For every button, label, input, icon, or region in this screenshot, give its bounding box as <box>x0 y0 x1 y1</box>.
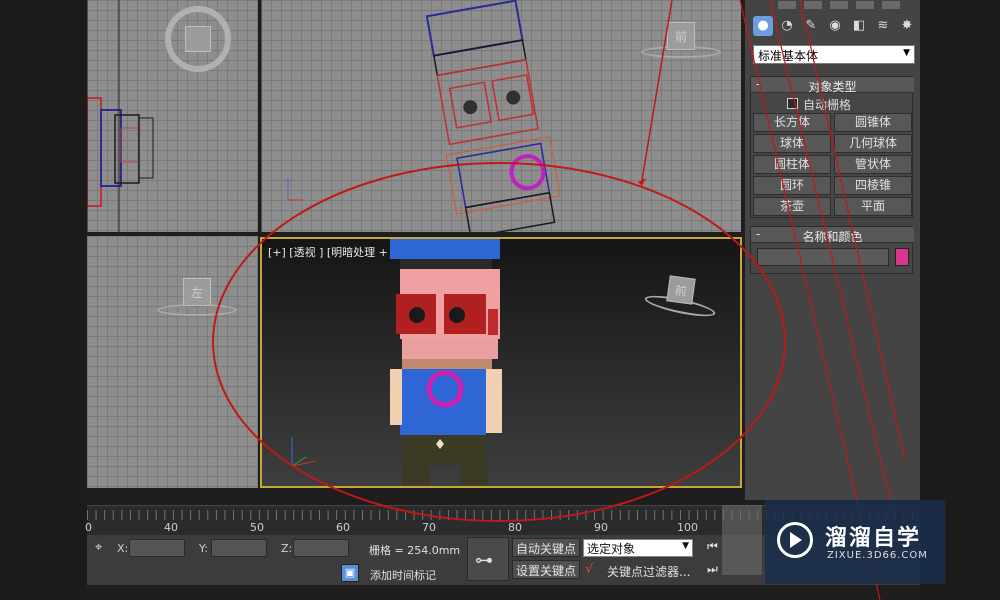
torus-button[interactable]: 圆环 <box>753 176 831 195</box>
y-label: Y: <box>199 542 208 555</box>
autogrid-label: 自动栅格 <box>803 98 852 112</box>
chevron-down-icon: ▼ <box>682 541 689 551</box>
sphere-button[interactable]: 球体 <box>753 134 831 153</box>
name-color-rollout-header[interactable]: - 名称和颜色 <box>751 227 914 244</box>
go-to-start-icon[interactable]: ⏮ <box>707 539 718 554</box>
view-cube-left-face: 左 <box>183 278 211 306</box>
cylinder-button[interactable]: 圆柱体 <box>753 155 831 174</box>
timeline-tick: 60 <box>336 521 350 534</box>
viewport-top-left[interactable] <box>87 0 258 232</box>
grid-size-text: 栅格 = 254.0mm <box>369 544 461 557</box>
timeline-tick: 80 <box>508 521 522 534</box>
object-name-field[interactable] <box>757 248 889 266</box>
timeline-tick: 0 <box>85 521 92 534</box>
play-icon <box>790 532 802 548</box>
watermark-title: 溜溜自学 <box>825 526 922 551</box>
chevron-down-icon: ▼ <box>903 48 910 58</box>
shapes-icon[interactable]: ◔ <box>777 16 797 36</box>
create-category-icons: ● ◔ ✎ ◉ ◧ ≋ ✸ <box>753 16 913 38</box>
teapot-button[interactable]: 茶壶 <box>753 197 831 216</box>
helpers-icon[interactable]: ◧ <box>849 16 869 36</box>
cone-button[interactable]: 圆锥体 <box>834 113 912 132</box>
pyramid-button[interactable]: 四棱锥 <box>834 176 912 195</box>
object-type-title: 对象类型 <box>808 80 857 94</box>
key-mode-icon[interactable]: ⏭ <box>707 562 718 577</box>
object-type-rollout-header[interactable]: - 对象类型 <box>751 77 914 94</box>
time-tag-icon[interactable]: ▣ <box>341 564 359 582</box>
name-color-rollout: - 名称和颜色 <box>750 226 914 274</box>
key-selection-dropdown[interactable]: 选定对象 ▼ <box>583 539 693 557</box>
timeline-tick: 90 <box>594 521 608 534</box>
primitive-type-dropdown[interactable]: 标准基本体 ▼ <box>753 45 915 64</box>
key-selection-value: 选定对象 <box>587 542 636 556</box>
set-key-button[interactable]: 设置关键点 <box>512 560 581 579</box>
character-model-perspective <box>291 239 502 485</box>
plane-button[interactable]: 平面 <box>834 197 912 216</box>
timeline-tick: 50 <box>250 521 264 534</box>
timeline-tick: 100 <box>677 521 698 534</box>
command-panel: ● ◔ ✎ ◉ ◧ ≋ ✸ 标准基本体 ▼ - 对象类型 自动栅格 长方体 圆锥… <box>745 0 920 500</box>
tube-button[interactable]: 管状体 <box>834 155 912 174</box>
blurred-area <box>722 505 762 575</box>
z-label: Z: <box>281 542 293 555</box>
left-edge-bar <box>0 0 87 600</box>
left-object-wireframe <box>87 0 154 232</box>
primitive-type-value: 标准基本体 <box>758 49 819 63</box>
name-color-title: 名称和颜色 <box>802 230 863 244</box>
watermark-logo: 溜溜自学 ZIXUE.3D66.COM <box>765 500 945 584</box>
lights-icon[interactable]: ✎ <box>801 16 821 36</box>
auto-key-button[interactable]: 自动关键点 <box>512 538 581 557</box>
x-coordinate-field[interactable] <box>129 539 185 557</box>
z-coordinate-field[interactable] <box>293 539 349 557</box>
cameras-icon[interactable]: ◉ <box>825 16 845 36</box>
systems-icon[interactable]: ✸ <box>897 16 917 36</box>
object-type-rollout: - 对象类型 自动栅格 长方体 圆锥体 球体 几何球体 圆柱体 管状体 圆环 四… <box>750 76 914 218</box>
set-key-mode-button[interactable]: ⊶ <box>467 537 509 581</box>
y-coordinate-field[interactable] <box>211 539 267 557</box>
key-filters-button[interactable]: 关键点过滤器... <box>607 563 690 580</box>
transform-mode-icon[interactable]: ⌖ <box>95 540 102 555</box>
key-icon: ⊶ <box>475 550 493 571</box>
autogrid-checkbox[interactable] <box>787 98 798 109</box>
box-button[interactable]: 长方体 <box>753 113 831 132</box>
geometry-icon[interactable]: ● <box>753 16 773 36</box>
object-color-swatch[interactable] <box>895 248 909 266</box>
watermark-url: ZIXUE.3D66.COM <box>827 550 928 561</box>
space-warps-icon[interactable]: ≋ <box>873 16 893 36</box>
command-panel-tabs[interactable] <box>750 0 915 10</box>
character-wireframe-front <box>261 0 561 232</box>
x-label: X: <box>117 542 129 555</box>
timeline-tick: 70 <box>422 521 436 534</box>
timeline-tick: 40 <box>164 521 178 534</box>
viewport-perspective[interactable]: [+] [透视 ] [明暗处理 + 边面 ] 前 <box>260 237 742 488</box>
viewport-front[interactable]: 前 <box>261 0 741 232</box>
key-filter-icon: √ <box>585 562 594 577</box>
geosphere-button[interactable]: 几何球体 <box>834 134 912 153</box>
viewport-left[interactable]: 左 <box>87 236 258 488</box>
add-time-tag-button[interactable]: 添加时间标记 <box>370 567 436 583</box>
